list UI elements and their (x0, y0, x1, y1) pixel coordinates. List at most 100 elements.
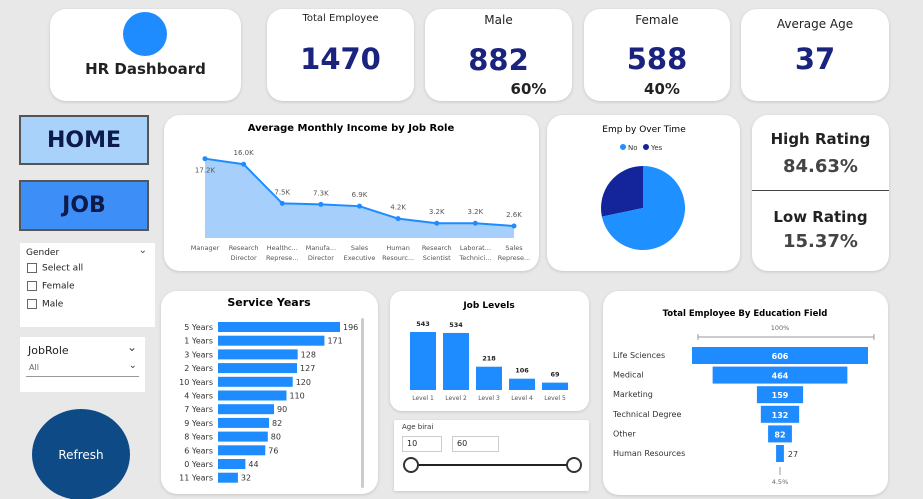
kpi-male-value: 882 (468, 43, 529, 77)
home-button[interactable]: HOME (19, 115, 149, 165)
bar (218, 335, 325, 346)
y-tick-label: 9 Years (184, 419, 213, 428)
y-tick-label: Other (613, 429, 636, 438)
y-tick-label: Technical Degree (612, 410, 681, 419)
data-label: 17.2K (195, 167, 216, 175)
data-label: 32 (241, 474, 251, 483)
chevron-down-icon[interactable]: ⌄ (127, 340, 137, 354)
gender-option-male[interactable]: Male (27, 299, 63, 310)
x-tick-label: Manufa... (306, 244, 336, 252)
data-label: 16.0K (234, 149, 255, 157)
chart-title: Total Employee By Education Field (663, 309, 828, 319)
slider-handle-max[interactable] (566, 457, 582, 473)
age-slider-card: Age birai 10 60 (394, 420, 589, 491)
checkbox[interactable] (27, 263, 37, 273)
overtime-pie-chart: Emp by Over Time No Yes (601, 125, 686, 250)
kpi-age-value: 37 (794, 42, 836, 76)
bar (410, 332, 436, 390)
kpi-male-pct: 60% (510, 80, 547, 98)
kpi-female-pct: 40% (644, 80, 680, 98)
y-tick-label: Human Resources (613, 449, 685, 458)
title-card: HR Dashboard (50, 9, 241, 101)
low-rating-value: 15.37% (783, 231, 858, 252)
service-years-chart: Service Years 5 Years 196 1 Years 171 3 Years… (179, 296, 358, 483)
x-tick-label: Director (308, 254, 334, 262)
bar (443, 332, 469, 390)
x-tick-label: Level 2 (445, 395, 467, 402)
legend-label: No (628, 144, 638, 152)
age-min-input[interactable]: 10 (402, 436, 442, 452)
kpi-average-age: Average Age 37 (741, 9, 889, 101)
age-max-value: 60 (457, 439, 468, 448)
data-label: 196 (343, 323, 358, 332)
bar (218, 376, 293, 387)
slider-handle-min[interactable] (403, 457, 419, 473)
x-tick-label: Scientist (423, 254, 451, 262)
data-label: 132 (772, 411, 789, 420)
checkbox[interactable] (27, 281, 37, 291)
job-levels-card: Job Levels 543 Level 1 534 Level 2 218 Level 3… (390, 291, 589, 411)
legend-swatch (620, 144, 626, 150)
bar (218, 417, 270, 428)
data-label: 90 (277, 405, 287, 414)
job-levels-chart: Job Levels 543 Level 1 534 Level 2 218 Level 3… (410, 301, 568, 402)
divider (752, 190, 889, 191)
bar (218, 322, 340, 332)
high-rating-value: 84.63% (783, 156, 858, 177)
data-label: 464 (772, 372, 789, 381)
bar (218, 431, 268, 442)
data-point (472, 220, 478, 226)
education-chart-card: Total Employee By Education Field 100% Lif… (603, 291, 888, 495)
data-label: 534 (449, 321, 463, 329)
age-max-input[interactable]: 60 (452, 436, 499, 452)
x-tick-label: Research (229, 244, 259, 252)
income-chart-card: Average Monthly Income by Job Role 17.2K M… (164, 115, 539, 271)
gender-option-female[interactable]: Female (27, 281, 75, 292)
chart-title: Average Monthly Income by Job Role (248, 123, 455, 134)
data-label: 171 (327, 337, 342, 346)
y-tick-label: Marketing (613, 390, 653, 399)
data-point (202, 156, 208, 162)
bar (542, 382, 568, 390)
y-tick-label: 11 Years (179, 474, 213, 483)
x-tick-label: Level 4 (511, 395, 533, 402)
data-label: 159 (772, 391, 789, 400)
y-tick-label: 8 Years (184, 433, 213, 442)
y-tick-label: 3 Years (184, 350, 213, 359)
x-tick-label: Sales (505, 244, 523, 252)
bar (476, 366, 502, 390)
data-label: 76 (268, 446, 278, 455)
chevron-down-icon: ⌄ (128, 360, 137, 371)
service-years-card: Service Years 5 Years 196 1 Years 171 3 Years… (161, 291, 378, 494)
x-tick-label: Resourc... (382, 254, 414, 262)
bar (218, 349, 298, 360)
data-point (434, 220, 440, 226)
overtime-chart-card: Emp by Over Time No Yes (547, 115, 740, 271)
checkbox[interactable] (27, 299, 37, 309)
kpi-female-value: 588 (626, 42, 688, 76)
y-tick-label: 7 Years (184, 405, 213, 414)
x-tick-label: Human (386, 244, 409, 252)
logo-circle (123, 12, 167, 56)
x-tick-label: Sales (351, 244, 369, 252)
y-tick-label: 10 Years (179, 378, 213, 387)
data-label: 82 (774, 430, 785, 439)
refresh-button[interactable]: Refresh (32, 409, 130, 499)
y-tick-label: Life Sciences (613, 351, 665, 360)
kpi-male-label: Male (484, 13, 513, 27)
jobrole-dropdown[interactable]: All ⌄ (26, 360, 139, 377)
scrollbar[interactable] (361, 318, 364, 488)
education-funnel-chart: Total Employee By Education Field 100% Lif… (612, 309, 875, 486)
page-title: HR Dashboard (85, 60, 206, 78)
chart-title: Job Levels (462, 301, 514, 311)
slider-track[interactable] (410, 464, 574, 466)
bottom-label: 4.5% (772, 478, 789, 486)
job-button[interactable]: JOB (19, 180, 149, 231)
rating-card: High Rating 84.63% Low Rating 15.37% (752, 115, 889, 271)
gender-option-select-all[interactable]: Select all (27, 263, 83, 274)
kpi-total-employee: Total Employee 1470 (267, 9, 414, 101)
gender-slicer-title: Gender (26, 248, 60, 258)
x-tick-label: Represe... (498, 254, 530, 262)
y-tick-label: 0 Years (184, 460, 213, 469)
chevron-down-icon[interactable]: ⌄ (139, 245, 147, 256)
